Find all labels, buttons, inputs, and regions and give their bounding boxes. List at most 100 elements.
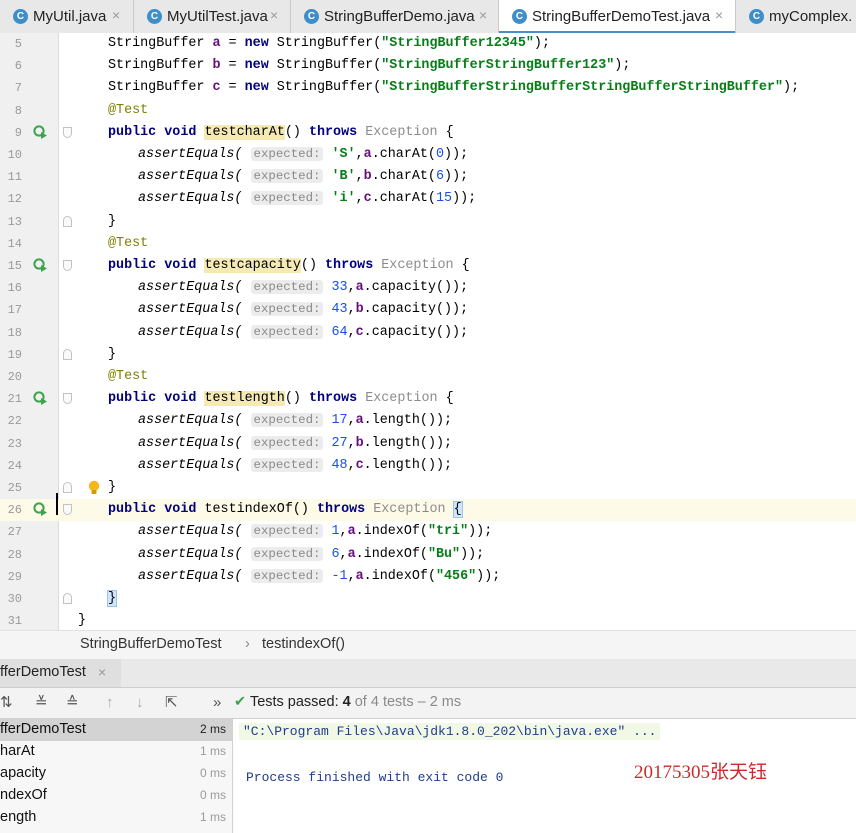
c-class-icon: C <box>749 9 764 24</box>
run-test-icon[interactable] <box>33 125 48 140</box>
run-panel-header: fferDemoTest × <box>0 659 856 688</box>
code-line: 27 assertEquals( expected: 1,a.indexOf("… <box>0 521 856 543</box>
code-line: 16 assertEquals( expected: 33,a.capacity… <box>0 277 856 299</box>
console-command-line[interactable]: "C:\Program Files\Java\jdk1.8.0_202\bin\… <box>239 723 661 740</box>
line-number: 18 <box>7 325 22 340</box>
breadcrumb-class[interactable]: StringBufferDemoTest <box>80 636 222 652</box>
line-number: 12 <box>7 192 22 207</box>
test-tree-item[interactable]: ength 1 ms <box>0 807 232 829</box>
test-results-tree: fferDemoTest 2 ms harAt 1 ms apacity 0 m… <box>0 719 233 833</box>
run-config-tab[interactable]: fferDemoTest × <box>0 659 121 687</box>
c-class-icon: C <box>512 9 527 24</box>
next-failed-icon[interactable]: ↓ <box>136 694 144 712</box>
export-results-icon[interactable]: ⇱ <box>165 694 178 712</box>
run-test-icon[interactable] <box>33 391 48 406</box>
line-number: 14 <box>7 236 22 251</box>
fold-icon[interactable] <box>63 260 72 271</box>
run-test-icon[interactable] <box>33 258 48 273</box>
fold-icon[interactable] <box>63 393 72 405</box>
fold-icon[interactable] <box>63 482 72 493</box>
code-editor[interactable]: 5 StringBuffer a = new StringBuffer("Str… <box>0 33 856 630</box>
breadcrumb: StringBufferDemoTest › testindexOf() <box>0 630 856 660</box>
close-icon[interactable]: × <box>479 7 487 23</box>
code-line: 28 assertEquals( expected: 6,a.indexOf("… <box>0 544 856 566</box>
line-number: 5 <box>14 37 22 51</box>
tab-stringbufferdemo[interactable]: C StringBufferDemo.java × <box>291 0 499 33</box>
code-line: 24 assertEquals( expected: 48,c.length()… <box>0 455 856 477</box>
fold-icon[interactable] <box>63 504 72 516</box>
fold-icon[interactable] <box>63 126 72 138</box>
line-number: 15 <box>7 259 22 273</box>
code-line: 29 assertEquals( expected: -1,a.indexOf(… <box>0 566 856 588</box>
tab-label: MyUtil.java <box>33 8 107 25</box>
code-line-current: 26 public void testindexOf() throws Exce… <box>0 499 856 522</box>
tab-label: myComplex. <box>769 8 853 25</box>
code-line: 15 public void testcapacity() throws Exc… <box>0 255 856 277</box>
line-number: 29 <box>7 569 22 584</box>
tab-myutiltest[interactable]: C MyUtilTest.java × <box>134 0 291 33</box>
line-number: 9 <box>14 125 22 140</box>
code-line: 7 StringBuffer c = new StringBuffer("Str… <box>0 77 856 99</box>
fold-icon[interactable] <box>63 593 72 604</box>
line-number: 27 <box>7 525 22 540</box>
test-tree-item[interactable]: fferDemoTest 2 ms <box>0 719 232 741</box>
expand-all-icon[interactable]: ≚ <box>35 694 48 712</box>
line-number: 10 <box>7 148 22 162</box>
code-line: 20 @Test <box>0 366 856 388</box>
line-number: 26 <box>7 503 22 518</box>
line-number: 21 <box>7 392 22 407</box>
lightbulb-icon[interactable] <box>88 480 100 496</box>
c-class-icon: C <box>13 9 28 24</box>
test-tree-item[interactable]: harAt 1 ms <box>0 741 232 763</box>
code-line: 25 } <box>0 477 856 499</box>
author-watermark: 20175305张天钰 <box>634 762 768 783</box>
code-line: 17 assertEquals( expected: 43,b.capacity… <box>0 299 856 321</box>
fold-icon[interactable] <box>63 348 72 360</box>
tab-label: StringBufferDemoTest.java <box>532 8 711 25</box>
collapse-all-icon[interactable]: ≙ <box>66 694 79 712</box>
more-icon[interactable]: » <box>213 694 221 712</box>
code-line: 19 } <box>0 344 856 366</box>
code-line: 18 assertEquals( expected: 64,c.capacity… <box>0 322 856 344</box>
code-line: 21 public void testlength() throws Excep… <box>0 388 856 410</box>
close-icon[interactable]: × <box>715 7 723 23</box>
line-number: 28 <box>7 547 22 562</box>
breadcrumb-method[interactable]: testindexOf() <box>262 636 345 652</box>
fold-icon[interactable] <box>63 215 72 227</box>
line-number: 17 <box>7 303 22 318</box>
code-line: 14 @Test <box>0 233 856 255</box>
line-number: 30 <box>7 592 22 606</box>
run-test-icon[interactable] <box>33 502 48 517</box>
line-number: 7 <box>14 81 22 96</box>
test-tree-item[interactable]: apacity 0 ms <box>0 763 232 785</box>
close-icon[interactable]: × <box>98 664 106 680</box>
test-tree-item[interactable]: ndexOf 0 ms <box>0 785 232 807</box>
line-number: 11 <box>7 170 22 185</box>
line-number: 13 <box>7 214 22 229</box>
sort-icon[interactable]: ⇅ <box>0 694 13 712</box>
c-class-icon: C <box>304 9 319 24</box>
c-class-icon: C <box>147 9 162 24</box>
line-number: 19 <box>7 347 22 362</box>
tab-mycomplex[interactable]: C myComplex. <box>736 0 856 33</box>
code-line: 23 assertEquals( expected: 27,b.length()… <box>0 433 856 455</box>
close-icon[interactable]: × <box>270 7 278 23</box>
line-number: 8 <box>14 103 22 118</box>
tab-myutil[interactable]: C MyUtil.java × <box>0 0 134 33</box>
line-number: 25 <box>7 481 22 495</box>
check-icon: ✔ <box>234 694 247 710</box>
code-line: 22 assertEquals( expected: 17,a.length()… <box>0 410 856 432</box>
breadcrumb-separator: › <box>245 636 250 652</box>
code-line: 12 assertEquals( expected: 'i',c.charAt(… <box>0 188 856 210</box>
previous-failed-icon[interactable]: ↑ <box>106 694 114 712</box>
close-icon[interactable]: × <box>112 7 120 23</box>
tab-stringbufferdemotest[interactable]: C StringBufferDemoTest.java × <box>499 0 736 34</box>
text-caret <box>56 493 58 515</box>
line-number: 24 <box>7 458 22 473</box>
line-number: 6 <box>14 59 22 74</box>
code-line: 5 StringBuffer a = new StringBuffer("Str… <box>0 33 856 55</box>
line-number: 20 <box>7 370 22 384</box>
line-number: 22 <box>7 414 22 429</box>
code-line: 30 } <box>0 588 856 610</box>
tab-label: StringBufferDemo.java <box>324 8 475 25</box>
